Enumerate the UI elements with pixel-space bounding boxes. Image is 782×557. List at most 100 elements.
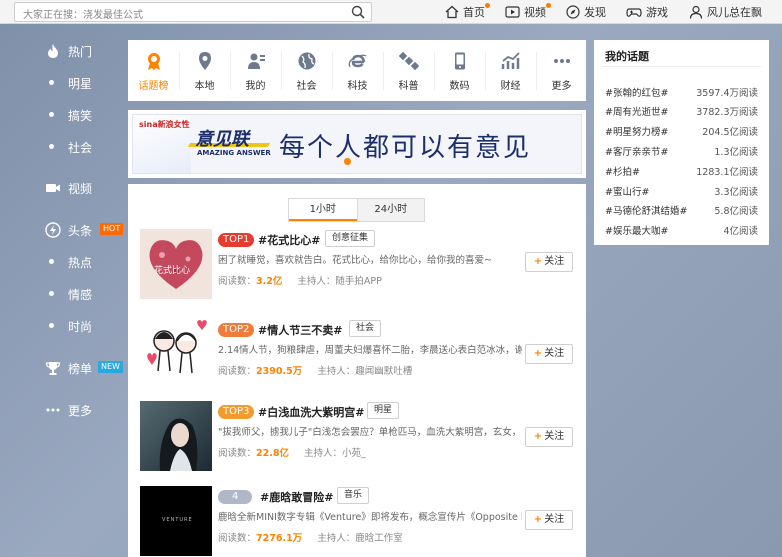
sidebar-item-label: 搞笑	[68, 109, 93, 123]
topic-name[interactable]: #娱乐最大咖#	[605, 223, 668, 237]
follow-label: 关注	[544, 256, 565, 267]
banner-logo: 意见联	[195, 129, 249, 150]
tab-1-hour[interactable]: 1小时	[289, 199, 357, 221]
flame-icon	[44, 42, 62, 60]
category-society[interactable]: 社会	[281, 40, 332, 101]
banner[interactable]: sina新浪女性 意见联 AMAZING ANSWER 每个人都可以有意见	[128, 110, 586, 178]
search-icon[interactable]	[351, 5, 365, 19]
topic-name[interactable]: #周有光逝世#	[605, 104, 668, 118]
host-label: 主持人：	[317, 533, 356, 544]
category-digital[interactable]: 数码	[434, 40, 485, 101]
banner-slogan: 每个人都可以有意见	[279, 133, 532, 163]
sidebar-item-video[interactable]: 视频	[0, 175, 128, 201]
new-badge: NEW	[98, 361, 123, 373]
sidebar-item-headline[interactable]: 头条 HOT	[0, 217, 128, 243]
tab-24-hours[interactable]: 24小时	[356, 199, 424, 221]
category-tech[interactable]: 科技	[332, 40, 383, 101]
nav-video[interactable]: 视频	[505, 0, 551, 24]
topic-meta: 阅读数：3.2亿 主持人：随手拍APP	[218, 273, 382, 287]
topic-tag[interactable]: 创意征集	[325, 230, 376, 247]
topic-name[interactable]: #杉拍#	[605, 164, 640, 178]
topic-reads: 204.5亿阅读	[702, 127, 758, 138]
category-more[interactable]: 更多	[536, 40, 587, 101]
portrait-image-icon	[140, 401, 212, 471]
topic-row[interactable]: #娱乐最大咖# 4亿阅读	[605, 220, 758, 238]
topic-tag[interactable]: 明星	[367, 402, 400, 419]
host-name[interactable]: 鹿晗工作室	[355, 533, 403, 544]
category-label: 本地	[194, 81, 215, 92]
category-topic-rank[interactable]: 话题榜	[128, 40, 179, 101]
sidebar-item-fashion[interactable]: 时尚	[0, 313, 128, 339]
host-name[interactable]: 趣闻幽默吐槽	[355, 366, 412, 377]
sidebar-item-label: 热门	[68, 45, 93, 59]
thumbnail-album[interactable]: VENTURE	[140, 486, 212, 556]
topic-title[interactable]: #情人节三不卖#	[258, 322, 342, 338]
follow-label: 关注	[544, 514, 565, 525]
tech-e-icon	[348, 54, 367, 68]
topic-row[interactable]: #客厅亲亲节# 1.3亿阅读	[605, 141, 758, 159]
follow-button[interactable]: + 关注	[525, 252, 573, 272]
topic-tag[interactable]: 音乐	[337, 487, 370, 504]
category-mine[interactable]: 我的	[230, 40, 281, 101]
category-bar: 话题榜 本地 我的 社会 科技 科普 数码 财经 更多	[128, 40, 586, 101]
topic-title[interactable]: #花式比心#	[258, 232, 320, 248]
topic-tag[interactable]: 社会	[349, 320, 382, 337]
host-name[interactable]: 小苑_	[342, 448, 366, 459]
topic-name[interactable]: #马德伦舒淇结婚#	[605, 203, 687, 217]
search-box[interactable]: 大家正在搜：浇发最佳公式	[14, 2, 372, 22]
sidebar-item-hot[interactable]: 热门	[0, 38, 128, 64]
banner-image[interactable]: sina新浪女性 意见联 AMAZING ANSWER 每个人都可以有意见	[132, 114, 582, 174]
sidebar-item-more[interactable]: 更多	[0, 397, 128, 423]
topic-name[interactable]: #客厅亲亲节#	[605, 144, 668, 158]
search-input[interactable]: 大家正在搜：浇发最佳公式	[23, 6, 143, 21]
category-label: 更多	[551, 81, 572, 92]
list-item: VENTURE 4 #鹿晗敢冒险# 音乐 鹿晗全新MINI数字专辑《Ventur…	[128, 486, 586, 557]
host-name[interactable]: 随手拍APP	[335, 276, 381, 287]
sidebar-item-rank[interactable]: 榜单 NEW	[0, 355, 128, 381]
topic-reads: 3597.4万阅读	[696, 88, 758, 99]
category-science[interactable]: 科普	[383, 40, 434, 101]
topic-title[interactable]: #白浅血洗大紫明宫#	[258, 404, 364, 420]
topic-title[interactable]: #鹿晗敢冒险#	[260, 489, 333, 505]
sidebar-item-funny[interactable]: 搞笑	[0, 102, 128, 128]
topic-reads: 4亿阅读	[723, 226, 758, 237]
topic-name[interactable]: #张翰的红包#	[605, 85, 668, 99]
rank-badge: TOP1	[218, 233, 255, 247]
carousel-indicator[interactable]	[344, 158, 351, 165]
sidebar-item-society[interactable]: 社会	[0, 134, 128, 160]
topic-reads: 3.3亿阅读	[714, 187, 758, 198]
topic-row[interactable]: #张翰的红包# 3597.4万阅读	[605, 82, 758, 100]
follow-button[interactable]: + 关注	[525, 427, 573, 447]
topic-name[interactable]: #明星努力榜#	[605, 124, 668, 138]
topic-name[interactable]: #蜜山行#	[605, 184, 649, 198]
sidebar-item-emotion[interactable]: 情感	[0, 281, 128, 307]
thumbnail-drama[interactable]	[140, 401, 212, 471]
nav-user[interactable]: 风儿总在飘	[689, 0, 762, 24]
nav-home[interactable]: 首页	[445, 0, 490, 24]
topic-meta: 阅读数：2390.5万 主持人：趣闻幽默吐槽	[218, 363, 412, 377]
topic-row[interactable]: #马德伦舒淇结婚# 5.8亿阅读	[605, 200, 758, 218]
thumbnail-couple[interactable]	[140, 319, 212, 389]
bullet-icon	[49, 259, 54, 264]
reads-count: 2390.5万	[256, 366, 303, 377]
nav-discover[interactable]: 发现	[566, 0, 606, 24]
topic-reads: 5.8亿阅读	[714, 206, 758, 217]
thumbnail-heart[interactable]: 花式比心	[140, 229, 212, 299]
sidebar-item-trending[interactable]: 热点	[0, 249, 128, 275]
topic-row[interactable]: #杉拍# 1283.1亿阅读	[605, 161, 758, 179]
nav-home-label: 首页	[463, 6, 485, 19]
topic-row[interactable]: #蜜山行# 3.3亿阅读	[605, 181, 758, 199]
nav-video-label: 视频	[524, 6, 546, 19]
sidebar-item-label: 视频	[68, 182, 93, 196]
follow-button[interactable]: + 关注	[525, 510, 573, 530]
topic-row[interactable]: #周有光逝世# 3782.3万阅读	[605, 101, 758, 119]
topic-row[interactable]: #明星努力榜# 204.5亿阅读	[605, 121, 758, 139]
my-topics-panel: 我的话题 #张翰的红包# 3597.4万阅读 #周有光逝世# 3782.3万阅读 #…	[594, 40, 769, 245]
sidebar-item-star[interactable]: 明星	[0, 70, 128, 96]
follow-button[interactable]: + 关注	[525, 344, 573, 364]
nav-game[interactable]: 游戏	[626, 0, 668, 24]
category-label: 科普	[398, 81, 419, 92]
home-icon	[445, 5, 459, 19]
category-finance[interactable]: 财经	[485, 40, 536, 101]
category-local[interactable]: 本地	[179, 40, 230, 101]
